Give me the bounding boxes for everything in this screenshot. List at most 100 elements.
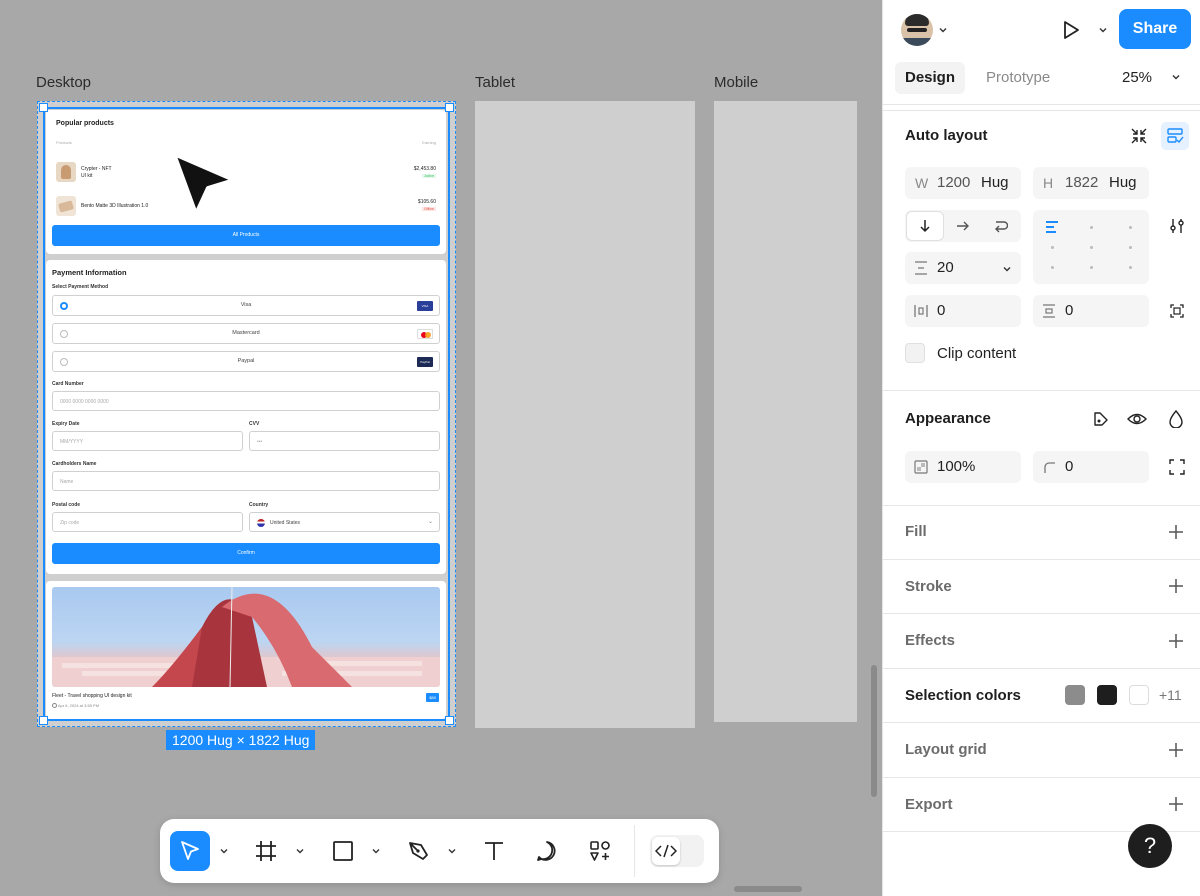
vertical-padding-field[interactable]: 0 xyxy=(1033,295,1149,327)
drop-icon xyxy=(1169,410,1183,428)
height-label: H xyxy=(1043,175,1054,191)
comment-icon xyxy=(537,841,556,861)
sliders-icon xyxy=(1170,219,1184,233)
chevron-down-icon[interactable] xyxy=(370,845,382,857)
color-swatch[interactable] xyxy=(1129,685,1149,705)
mobile-frame[interactable] xyxy=(714,101,857,722)
add-effect-plus-icon[interactable] xyxy=(1168,633,1184,649)
height-field[interactable]: H 1822 Hug xyxy=(1033,167,1149,199)
corner-radius-icon xyxy=(1044,462,1055,473)
width-field[interactable]: W 1200 Hug xyxy=(905,167,1021,199)
alignment-grid[interactable] xyxy=(1033,210,1149,284)
layout-settings-button[interactable] xyxy=(1163,212,1191,240)
horizontal-padding-field[interactable]: 0 xyxy=(905,295,1021,327)
add-export-plus-icon[interactable] xyxy=(1168,796,1184,812)
export-heading: Export xyxy=(905,796,953,813)
wrap-icon[interactable] xyxy=(994,219,1008,233)
width-value: 1200 xyxy=(937,174,971,191)
avatar[interactable] xyxy=(901,14,933,46)
frame-icon xyxy=(256,841,276,861)
frame-label-tablet[interactable]: Tablet xyxy=(475,74,515,91)
tablet-frame[interactable] xyxy=(475,101,695,728)
chevron-down-icon[interactable] xyxy=(937,24,949,36)
visibility-button[interactable] xyxy=(1123,405,1151,433)
appearance-heading: Appearance xyxy=(905,410,991,427)
clip-content-checkbox[interactable] xyxy=(905,343,925,363)
resize-handle[interactable] xyxy=(445,103,454,112)
mouse-cursor-icon xyxy=(172,152,236,216)
chevron-down-icon[interactable] xyxy=(1097,24,1109,36)
pen-icon xyxy=(409,842,428,860)
tab-design[interactable]: Design xyxy=(895,62,965,94)
stroke-heading: Stroke xyxy=(905,578,952,595)
actions-button[interactable] xyxy=(580,831,620,871)
blend-mode-button[interactable] xyxy=(1162,405,1190,433)
chevron-down-icon[interactable] xyxy=(1170,71,1182,83)
bottom-toolbar xyxy=(160,819,719,883)
resize-handle[interactable] xyxy=(39,716,48,725)
individual-padding-button[interactable] xyxy=(1163,297,1191,325)
padding-vertical-icon xyxy=(1043,304,1055,318)
dev-mode-toggle[interactable] xyxy=(650,835,704,867)
comment-tool-button[interactable] xyxy=(527,831,567,871)
effects-heading: Effects xyxy=(905,632,956,649)
corner-radius-field[interactable]: 0 xyxy=(1033,451,1149,483)
opacity-icon xyxy=(914,460,928,474)
help-button[interactable]: ? xyxy=(1128,824,1172,868)
color-swatch[interactable] xyxy=(1097,685,1117,705)
dev-mode-icon xyxy=(655,844,677,858)
arrow-down-icon xyxy=(920,220,930,233)
add-layout-grid-plus-icon[interactable] xyxy=(1168,742,1184,758)
share-button[interactable]: Share xyxy=(1119,9,1191,49)
pen-tool-button[interactable] xyxy=(399,831,439,871)
independent-corners-button[interactable] xyxy=(1163,453,1191,481)
remove-auto-layout-button[interactable] xyxy=(1125,122,1153,150)
eye-icon xyxy=(1127,413,1147,425)
play-icon[interactable] xyxy=(1060,19,1082,41)
arrow-right-icon[interactable] xyxy=(956,219,970,233)
color-swatch[interactable] xyxy=(1065,685,1085,705)
chevron-down-icon[interactable] xyxy=(294,845,306,857)
collapse-icon xyxy=(1131,128,1147,144)
chevron-down-icon[interactable] xyxy=(218,845,230,857)
frame-label-desktop[interactable]: Desktop xyxy=(36,74,91,91)
clip-content-label: Clip content xyxy=(937,345,1017,362)
width-mode[interactable]: Hug xyxy=(981,174,1009,191)
padding-sides-icon xyxy=(1170,304,1184,318)
auto-layout-icon xyxy=(1167,128,1184,144)
shape-tool-button[interactable] xyxy=(323,831,363,871)
direction-vertical-button[interactable] xyxy=(907,212,943,240)
move-cursor-icon xyxy=(181,841,199,860)
horizontal-scrollbar[interactable] xyxy=(734,886,802,892)
frame-label-mobile[interactable]: Mobile xyxy=(714,74,758,91)
add-fill-plus-icon[interactable] xyxy=(1168,524,1184,540)
gap-field[interactable]: 20 xyxy=(905,252,1021,284)
properties-panel: Share Design Prototype 25% Auto layout W… xyxy=(882,0,1200,896)
opacity-field[interactable]: 100% xyxy=(905,451,1021,483)
spacing-vertical-icon xyxy=(915,261,927,275)
resize-handle[interactable] xyxy=(445,716,454,725)
move-tool-button[interactable] xyxy=(170,831,210,871)
auto-layout-suggestion-button[interactable] xyxy=(1161,122,1189,150)
selection-box[interactable] xyxy=(37,101,456,727)
chevron-down-icon[interactable] xyxy=(1001,263,1013,275)
height-mode[interactable]: Hug xyxy=(1109,174,1137,191)
padding-horizontal-icon xyxy=(914,305,928,317)
padding-v-value: 0 xyxy=(1065,302,1074,319)
rectangle-icon xyxy=(333,841,353,861)
add-stroke-plus-icon[interactable] xyxy=(1168,578,1184,594)
style-icon xyxy=(1094,412,1108,426)
layout-grid-heading: Layout grid xyxy=(905,741,987,758)
fill-heading: Fill xyxy=(905,523,927,540)
text-tool-button[interactable] xyxy=(474,831,514,871)
chevron-down-icon[interactable] xyxy=(446,845,458,857)
more-colors-count[interactable]: +11 xyxy=(1159,687,1182,703)
height-value: 1822 xyxy=(1065,174,1099,191)
tab-prototype[interactable]: Prototype xyxy=(986,69,1050,86)
vertical-scrollbar[interactable] xyxy=(871,665,877,797)
zoom-level[interactable]: 25% xyxy=(1122,69,1152,86)
resize-handle[interactable] xyxy=(39,103,48,112)
variables-button[interactable] xyxy=(1087,405,1115,433)
canvas[interactable]: Desktop Tablet Mobile Popular products P… xyxy=(0,0,882,896)
frame-tool-button[interactable] xyxy=(246,831,286,871)
